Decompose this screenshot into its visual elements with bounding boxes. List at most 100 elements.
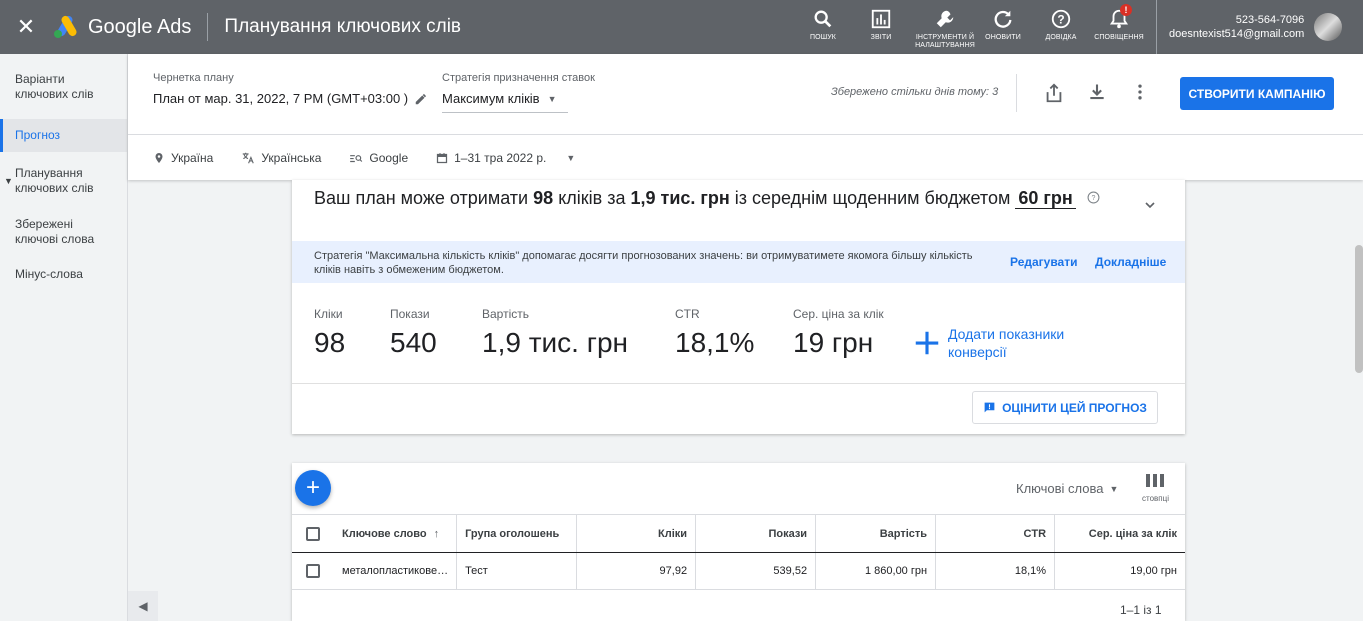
cell-impressions: 539,52 — [695, 552, 816, 590]
svg-text:?: ? — [1057, 13, 1064, 27]
date-range-value: 1–31 тра 2022 р. — [454, 150, 547, 165]
pagination-summary: 1–1 із 1 — [1120, 603, 1162, 617]
location-filter[interactable]: Україна — [153, 151, 213, 165]
keywords-table-card: + Ключові слова ▼ стовпці Ключове слово … — [292, 463, 1185, 621]
download-icon[interactable] — [1087, 82, 1107, 102]
row-select-cell — [292, 552, 334, 590]
headline-clicks: 98 — [533, 188, 554, 208]
refresh-label: ОНОВИТИ — [985, 34, 1021, 41]
header-ctr[interactable]: CTR — [935, 514, 1055, 553]
bar-chart-icon — [871, 9, 891, 29]
rate-forecast-button[interactable]: ОЦІНИТИ ЦЕЙ ПРОГНОЗ — [972, 391, 1158, 424]
sidebar-item-saved-keywords[interactable]: Збережені ключові слова — [0, 217, 127, 247]
chevron-left-icon[interactable]: ◀ — [128, 591, 158, 621]
metric-value: 19 грн — [793, 327, 874, 358]
view-select-dropdown[interactable]: Ключові слова ▼ — [1016, 481, 1118, 496]
notifications-label: СПОВІЩЕННЯ — [1094, 34, 1144, 41]
help-tooltip-icon[interactable]: ? — [1087, 191, 1100, 204]
page-scrollbar[interactable] — [1355, 245, 1363, 373]
metric-label: Сер. ціна за клік — [793, 307, 884, 321]
search-icon — [814, 10, 832, 28]
left-nav: Варіанти ключових слів Прогноз ▼ Планува… — [0, 54, 128, 621]
daily-budget-field[interactable]: 60 грн — [1015, 188, 1076, 209]
sort-arrow-up-icon: ↑ — [433, 527, 440, 540]
saved-status: Збережено стільки днів тому: 3 — [831, 86, 999, 98]
date-range-filter[interactable]: 1–31 тра 2022 р. ▼ — [436, 151, 575, 165]
metric-cost: Вартість 1,9 тис. грн — [482, 307, 675, 359]
calendar-icon — [437, 152, 448, 163]
learn-more-link[interactable]: Докладніше — [1095, 255, 1166, 269]
metric-label: Кліки — [314, 307, 343, 321]
header-keyword-label: Ключове слово — [342, 527, 427, 540]
notification-badge: ! — [1120, 4, 1132, 16]
refresh-button[interactable]: ОНОВИТИ — [980, 0, 1026, 54]
account-email: doesntexist514@gmail.com — [1169, 28, 1305, 40]
metric-avg-cpc: Сер. ціна за клік 19 грн — [793, 307, 903, 359]
tools-settings-label: ІНСТРУМЕНТИ Й НАЛАШТУВАННЯ — [915, 34, 975, 49]
columns-button[interactable]: стовпці — [1142, 473, 1169, 503]
help-label: ДОВІДКА — [1045, 34, 1077, 41]
reports-button[interactable]: ЗВІТИ — [858, 0, 904, 54]
header-clicks[interactable]: Кліки — [576, 514, 696, 553]
headline-text-2: кліків за — [558, 188, 626, 208]
tools-settings-button[interactable]: ІНСТРУМЕНТИ Й НАЛАШТУВАННЯ — [915, 0, 975, 54]
account-switcher[interactable]: 523-564-7096 doesntexist514@gmail.com — [1156, 0, 1352, 54]
network-filter[interactable]: Google — [349, 151, 408, 165]
create-campaign-button[interactable]: СТВОРИТИ КАМПАНІЮ — [1180, 77, 1334, 110]
add-conversion-metrics-button[interactable]: Додати показники конверсії — [912, 325, 1088, 361]
plan-draft: Чернетка плану План от мар. 31, 2022, 7 … — [153, 72, 428, 106]
language-filter[interactable]: Українська — [241, 151, 321, 165]
metric-label: Вартість — [482, 307, 529, 321]
header-impressions[interactable]: Покази — [695, 514, 816, 553]
more-vert-icon[interactable] — [1130, 82, 1150, 102]
cell-ctr: 18,1% — [935, 552, 1055, 590]
search-button[interactable]: ПОШУК — [800, 0, 846, 54]
top-actions: ПОШУК ЗВІТИ ІНСТРУМЕНТИ Й НАЛАШТУВАННЯ О… — [800, 0, 1154, 54]
reports-label: ЗВІТИ — [870, 34, 892, 41]
headline-text-3: із середнім щоденним бюджетом — [734, 188, 1011, 208]
metric-ctr: CTR 18,1% — [675, 307, 793, 359]
strategy-label: Стратегія призначення ставок — [442, 72, 595, 84]
close-icon[interactable]: ✕ — [0, 0, 52, 54]
headline-cost: 1,9 тис. грн — [630, 188, 730, 208]
draft-label: Чернетка плану — [153, 72, 234, 84]
sidebar-item-keyword-planning[interactable]: Планування ключових слів — [0, 166, 127, 196]
edit-strategy-link[interactable]: Редагувати — [1010, 255, 1078, 269]
sidebar-item-keyword-ideas[interactable]: Варіанти ключових слів — [0, 72, 127, 102]
metric-label: Покази — [390, 307, 430, 321]
select-all-checkbox[interactable] — [306, 526, 320, 541]
google-ads-logo[interactable]: Google Ads — [52, 15, 191, 39]
metric-value: 18,1% — [675, 327, 755, 358]
cell-keyword[interactable]: металопластикове… — [334, 552, 457, 590]
bid-strategy: Стратегія призначення ставок Максимум кл… — [442, 72, 595, 113]
strategy-dropdown[interactable]: Максимум кліків ▼ — [442, 91, 568, 113]
view-select-value: Ключові слова — [1016, 481, 1104, 496]
header-ad-group[interactable]: Група оголошень — [456, 514, 577, 553]
help-icon: ? — [1051, 9, 1071, 29]
avatar[interactable] — [1314, 13, 1343, 41]
header-divider — [1016, 74, 1017, 112]
location-pin-icon — [155, 152, 163, 163]
account-info: 523-564-7096 doesntexist514@gmail.com — [1169, 13, 1304, 41]
select-all-cell — [292, 514, 334, 553]
add-keyword-button[interactable]: + — [295, 470, 331, 506]
feedback-icon — [984, 402, 995, 413]
cell-cost: 1 860,00 грн — [815, 552, 936, 590]
rate-forecast-label: ОЦІНИТИ ЦЕЙ ПРОГНОЗ — [1002, 400, 1147, 415]
share-icon[interactable] — [1043, 82, 1065, 104]
notifications-button[interactable]: ! СПОВІЩЕННЯ — [1094, 0, 1144, 54]
help-button[interactable]: ? ДОВІДКА — [1038, 0, 1084, 54]
network-value: Google — [369, 150, 409, 165]
header-keyword[interactable]: Ключове слово ↑ — [334, 514, 457, 553]
table-row[interactable]: металопластикове… Тест 97,92 539,52 1 86… — [292, 552, 1185, 590]
header-cost[interactable]: Вартість — [815, 514, 936, 553]
location-value: Україна — [171, 150, 214, 165]
cell-ad-group: Тест — [456, 552, 577, 590]
sidebar-item-negative-keywords[interactable]: Мінус-слова — [0, 267, 127, 282]
chevron-down-icon[interactable] — [1142, 197, 1158, 213]
plan-header: Чернетка плану План от мар. 31, 2022, 7 … — [128, 54, 1363, 180]
header-avg-cpc[interactable]: Сер. ціна за клік — [1054, 514, 1185, 553]
row-checkbox[interactable] — [306, 564, 320, 578]
edit-pencil-icon[interactable] — [414, 92, 428, 106]
sidebar-item-forecast[interactable]: Прогноз — [0, 119, 127, 152]
